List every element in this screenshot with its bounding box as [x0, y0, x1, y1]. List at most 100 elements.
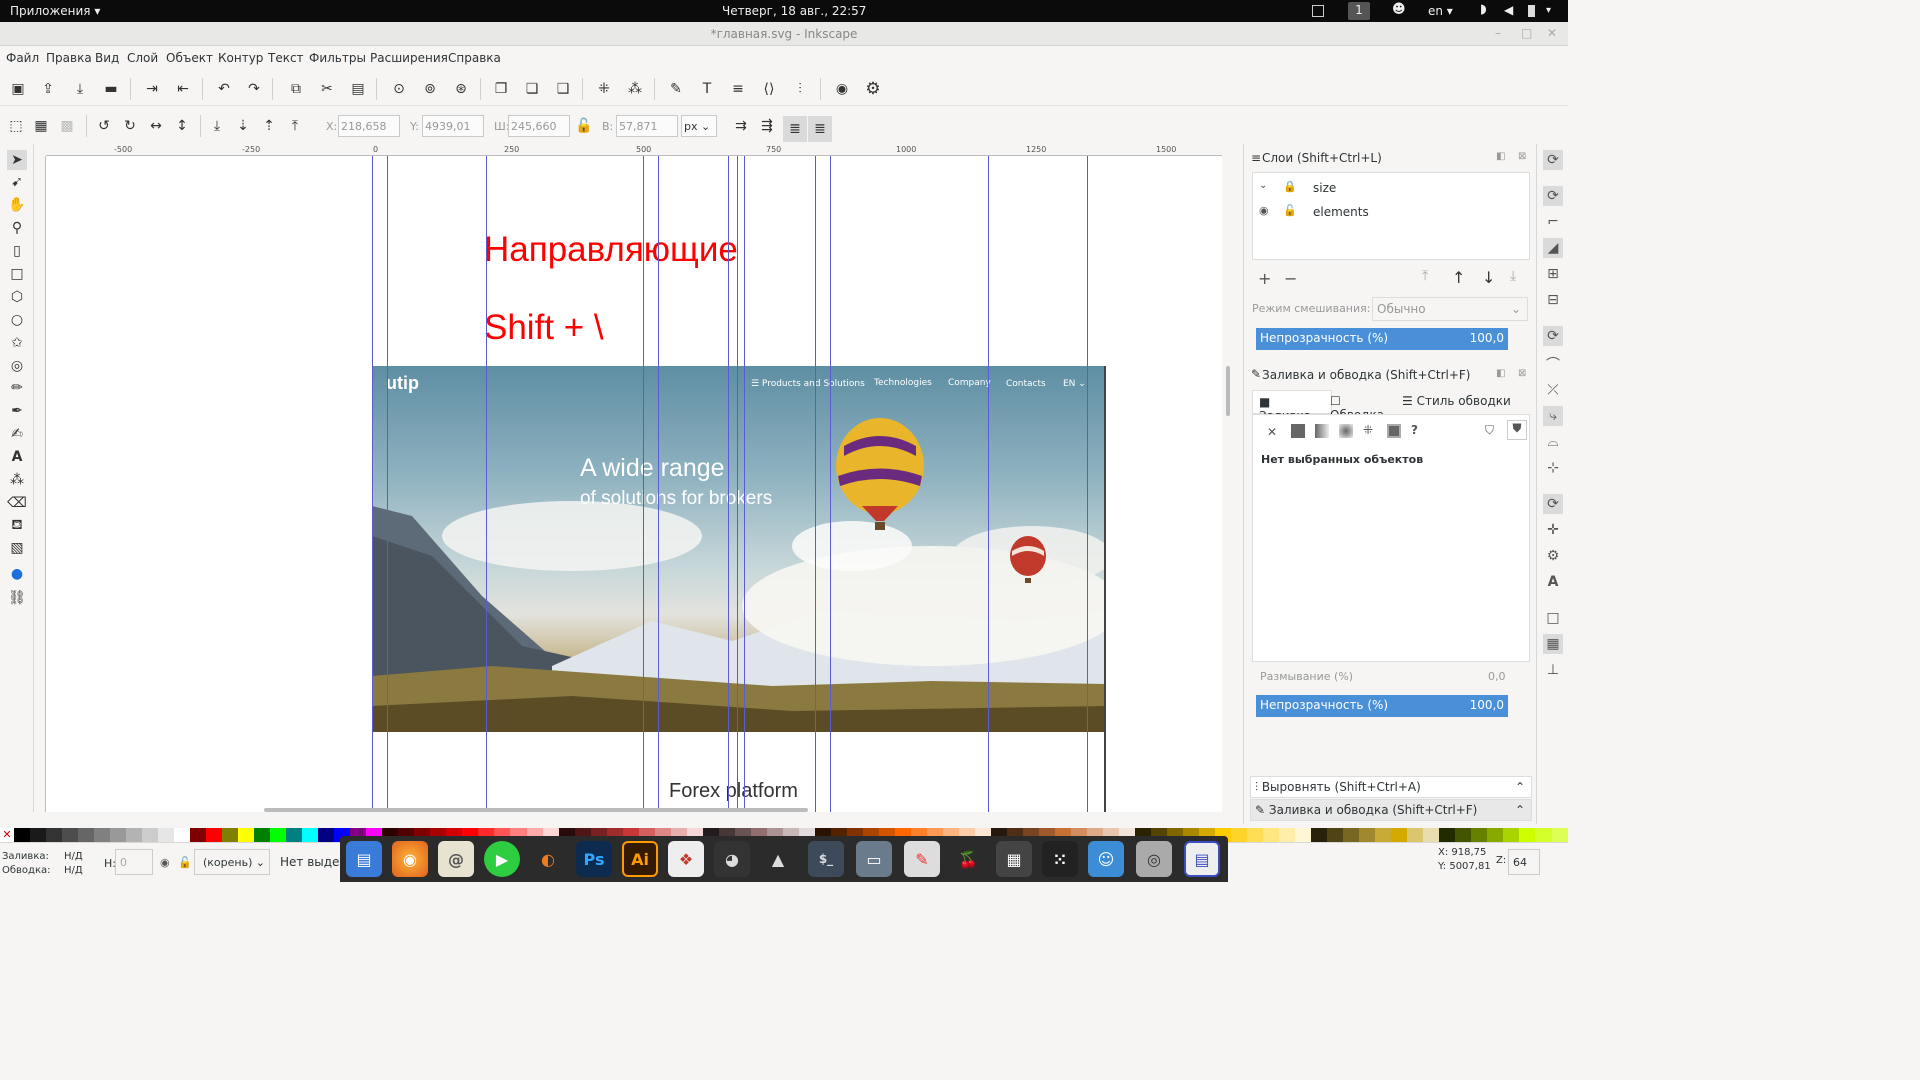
palette-swatch[interactable] — [1327, 828, 1344, 842]
guide-line[interactable] — [1087, 156, 1088, 812]
connector-tool-icon[interactable]: ⛓ — [7, 588, 27, 608]
layers-icon[interactable]: ≡ — [728, 79, 748, 99]
unlink-clone-icon[interactable]: ❑ — [553, 79, 573, 99]
fill-rule-evenodd-icon[interactable]: ⛉ — [1485, 423, 1494, 438]
palette-swatch[interactable] — [1375, 828, 1392, 842]
guide-line[interactable] — [643, 156, 644, 812]
guide-line[interactable] — [830, 156, 831, 812]
select-all-layers-icon[interactable]: ▦ — [31, 116, 51, 136]
shortcut-text[interactable]: Shift + \ — [484, 308, 604, 348]
wifi-icon[interactable]: ◗ — [1480, 2, 1487, 17]
menu-edit[interactable]: Правка — [46, 51, 92, 65]
text-font-icon[interactable]: T — [697, 79, 717, 99]
panel-close-icon[interactable]: ⊠ — [1518, 368, 1526, 379]
dock-app-terminal-icon[interactable]: $_ — [808, 841, 844, 877]
tweak-tool-icon[interactable]: ✋ — [7, 195, 27, 215]
palette-swatch[interactable] — [1311, 828, 1328, 842]
zoom-field[interactable]: 64 — [1508, 849, 1540, 875]
fill-indicator-value[interactable]: Н/Д — [64, 851, 83, 862]
palette-swatch[interactable] — [1439, 828, 1456, 842]
fill-stroke-panel-collapsed[interactable]: ✎ Заливка и обводка (Shift+Ctrl+F) ⌃ — [1250, 799, 1532, 821]
raise-icon[interactable]: ⇡ — [259, 116, 279, 136]
dock-app-mail-icon[interactable]: @ — [438, 841, 474, 877]
xml-editor-icon[interactable]: ⟨⟩ — [759, 79, 779, 99]
expand-icon[interactable]: ⌄ — [1259, 180, 1267, 191]
forex-platform-text[interactable]: Forex platform — [669, 780, 798, 803]
snap-bbox-icon[interactable]: ⟳ — [1543, 186, 1563, 206]
palette-swatch[interactable] — [174, 828, 191, 842]
gradient-tool-icon[interactable]: ▧ — [7, 538, 27, 558]
language-switcher[interactable]: en ▾ — [1428, 4, 1453, 18]
raise-layer-icon[interactable]: ↑ — [1452, 268, 1465, 287]
clone-icon[interactable]: ❏ — [522, 79, 542, 99]
battery-icon[interactable] — [1528, 5, 1535, 17]
x-field[interactable]: 218,658 — [338, 115, 400, 137]
snap-bbox-corner-icon[interactable]: ◢ — [1543, 238, 1563, 258]
zoom-selection-icon[interactable]: ⊙ — [389, 79, 409, 99]
menu-file[interactable]: Файл — [6, 51, 39, 65]
guide-line[interactable] — [744, 156, 745, 812]
fill-rule-nonzero-icon[interactable]: ⛊ — [1507, 420, 1527, 440]
layer-name[interactable]: elements — [1313, 205, 1369, 219]
palette-swatch[interactable] — [302, 828, 319, 842]
menu-help[interactable]: Справка — [448, 51, 501, 65]
snap-rotation-center-icon[interactable]: ⚙ — [1543, 546, 1563, 566]
save-icon[interactable]: ⤓ — [70, 79, 90, 99]
layer-lock-icon[interactable]: 🔓 — [178, 856, 192, 869]
mesh-tool-icon[interactable]: ● — [7, 564, 27, 584]
palette-swatch[interactable] — [126, 828, 143, 842]
paste-icon[interactable]: ▤ — [348, 79, 368, 99]
star-tool-icon[interactable]: ✩ — [7, 333, 27, 353]
snap-midpoint-icon[interactable]: ⊹ — [1543, 458, 1563, 478]
copy-icon[interactable]: ⧉ — [286, 79, 306, 99]
palette-swatch[interactable] — [1391, 828, 1408, 842]
dock-app-document-icon[interactable]: ▤ — [1184, 841, 1220, 877]
dock-app-inkscape-icon[interactable]: ▲ — [760, 841, 796, 877]
guide-line[interactable] — [486, 156, 487, 812]
flat-color-icon[interactable] — [1291, 424, 1305, 438]
move-gradients-icon[interactable]: ≣ — [783, 116, 807, 142]
palette-swatch[interactable] — [206, 828, 223, 842]
snap-smooth-icon[interactable]: ⌓ — [1543, 432, 1563, 452]
utip-logo[interactable]: utip — [386, 373, 419, 394]
dock-app-godot-icon[interactable]: ☺ — [1088, 841, 1124, 877]
menu-extensions[interactable]: Расширения — [370, 51, 448, 65]
dock-app-illustrator-icon[interactable]: Ai — [622, 841, 658, 877]
palette-swatch[interactable] — [270, 828, 287, 842]
guide-line[interactable] — [387, 156, 388, 812]
dock-app-desktop-icon[interactable]: ▤ — [346, 841, 382, 877]
deselect-icon[interactable]: ▩ — [57, 116, 77, 136]
stroke-indicator-value[interactable]: Н/Д — [64, 865, 83, 876]
paint-bucket-tool-icon[interactable]: ⛾ — [7, 516, 27, 536]
no-color-swatch[interactable]: ✕ — [0, 828, 14, 842]
palette-swatch[interactable] — [62, 828, 79, 842]
volume-icon[interactable]: ◀ — [1504, 3, 1513, 17]
guide-line[interactable] — [658, 156, 659, 812]
tab-fill[interactable]: ■ Заливка — [1252, 390, 1332, 423]
dock-app-firefox-icon[interactable]: ◉ — [392, 841, 428, 877]
rotate-ccw-icon[interactable]: ↺ — [94, 116, 114, 136]
applications-menu[interactable]: Приложения ▾ — [10, 4, 100, 18]
guide-line[interactable] — [737, 156, 738, 812]
palette-swatch[interactable] — [1343, 828, 1360, 842]
palette-swatch[interactable] — [1247, 828, 1264, 842]
snap-page-border-icon[interactable]: □ — [1543, 608, 1563, 628]
dock-app-player-icon[interactable]: ▶ — [484, 841, 520, 877]
dock-app-cherry-icon[interactable]: 🍒 — [950, 841, 986, 877]
undo-icon[interactable]: ↶ — [214, 79, 234, 99]
linear-gradient-icon[interactable] — [1315, 424, 1329, 438]
dock-app-gimp-icon[interactable]: ◕ — [714, 841, 750, 877]
palette-swatch[interactable] — [1487, 828, 1504, 842]
export-icon[interactable]: ⇤ — [173, 79, 193, 99]
flip-vertical-icon[interactable]: ↕ — [172, 116, 192, 136]
snap-object-center-icon[interactable]: ✛ — [1543, 520, 1563, 540]
palette-swatch[interactable] — [142, 828, 159, 842]
flip-horizontal-icon[interactable]: ↔ — [146, 116, 166, 136]
y-field[interactable]: 4939,01 — [422, 115, 484, 137]
snap-path-icon[interactable]: ⌒ — [1543, 354, 1563, 374]
move-patterns-icon[interactable]: ≣ — [808, 116, 832, 142]
palette-swatch[interactable] — [286, 828, 303, 842]
palette-swatch[interactable] — [14, 828, 31, 842]
snap-text-baseline-icon[interactable]: A — [1543, 572, 1563, 592]
redo-icon[interactable]: ↷ — [244, 79, 264, 99]
